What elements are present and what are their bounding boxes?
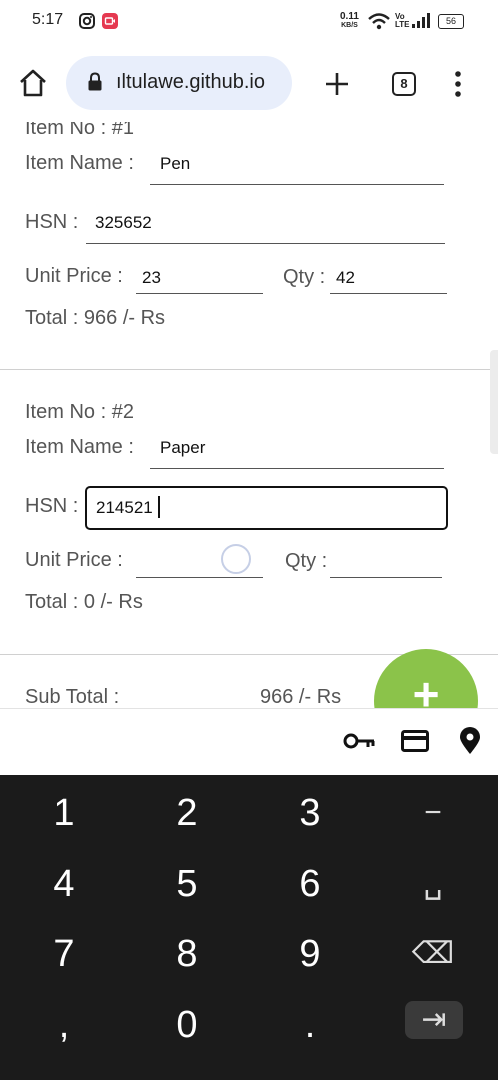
key-0[interactable]: 0 <box>147 995 227 1055</box>
key-space[interactable]: ␣ <box>393 854 473 914</box>
add-icon: + <box>412 668 440 708</box>
text-cursor <box>158 496 160 518</box>
qty-label: Qty : <box>285 550 328 572</box>
status-bar: 5:17 0.11 KB/S Vo LTE 56 <box>0 0 498 44</box>
item-name-field[interactable] <box>150 184 444 185</box>
key-next-tab[interactable]: ⇥ <box>405 1001 463 1039</box>
qty-field[interactable] <box>330 577 442 578</box>
url-text: ıltulawe.github.io <box>116 71 265 93</box>
hsn-value: 214521 <box>96 498 153 517</box>
net-speed: 0.11 KB/S <box>340 11 359 30</box>
qty-field[interactable] <box>330 293 447 294</box>
hsn-value: 325652 <box>95 213 152 232</box>
lock-icon <box>88 72 102 91</box>
unit-price-field[interactable] <box>136 577 263 578</box>
page-content: Item No : #1 Item Name : Pen HSN : 32565… <box>0 122 498 708</box>
battery-icon: 56 <box>438 14 464 29</box>
browser-toolbar: ıltulawe.github.io 8 <box>0 44 498 122</box>
unit-price-value: 23 <box>142 268 161 287</box>
new-tab-icon[interactable] <box>324 71 350 97</box>
volte-indicator: Vo LTE <box>395 12 410 29</box>
home-icon[interactable] <box>18 68 48 98</box>
item-number: Item No : #2 <box>25 401 134 423</box>
item-divider <box>0 369 498 370</box>
unit-price-label: Unit Price : <box>25 265 123 287</box>
tab-switcher-button[interactable]: 8 <box>392 72 416 96</box>
add-item-button[interactable]: + <box>374 649 478 708</box>
hsn-label: HSN : <box>25 495 79 517</box>
key-3[interactable]: 3 <box>270 783 350 843</box>
qty-label: Qty : <box>283 266 326 288</box>
item-total: Total : 966 /- Rs <box>25 307 166 329</box>
signal-icon <box>412 13 430 28</box>
key-7[interactable]: 7 <box>24 924 104 984</box>
credit-card-icon[interactable] <box>401 730 429 752</box>
hsn-label: HSN : <box>25 211 79 233</box>
item-number: Item No : #1 <box>25 122 134 139</box>
item-name-value: Paper <box>160 438 206 457</box>
hsn-field-focused[interactable]: 214521 <box>85 486 448 530</box>
key-minus[interactable]: − <box>393 783 473 843</box>
key-4[interactable]: 4 <box>24 854 104 914</box>
wifi-icon <box>368 13 390 30</box>
unit-price-field[interactable] <box>136 293 263 294</box>
item-name-label: Item Name : <box>25 436 134 458</box>
item-name-label: Item Name : <box>25 152 134 174</box>
numeric-keyboard: 1 2 3 − 4 5 6 ␣ 7 8 9 ⌫ , 0 . ⇥ <box>0 775 498 1080</box>
instagram-icon <box>79 13 95 29</box>
keyboard-autofill-bar <box>0 708 498 776</box>
more-menu-icon[interactable] <box>452 70 464 98</box>
item-total: Total : 0 /- Rs <box>25 591 143 613</box>
key-8[interactable]: 8 <box>147 924 227 984</box>
touch-ripple <box>221 544 251 574</box>
status-time: 5:17 <box>32 11 64 28</box>
key-comma[interactable]: , <box>24 995 104 1055</box>
subtotal-label: Sub Total : <box>25 686 120 708</box>
address-bar[interactable]: ıltulawe.github.io <box>66 56 292 110</box>
key-period[interactable]: . <box>270 995 350 1055</box>
hsn-field[interactable] <box>86 243 445 244</box>
scroll-indicator <box>490 350 498 454</box>
key-5[interactable]: 5 <box>147 854 227 914</box>
key-backspace[interactable]: ⌫ <box>393 924 473 984</box>
key-6[interactable]: 6 <box>270 854 350 914</box>
key-icon[interactable] <box>343 732 375 750</box>
key-1[interactable]: 1 <box>24 783 104 843</box>
subtotal-value: 966 /- Rs <box>260 686 342 708</box>
key-9[interactable]: 9 <box>270 924 350 984</box>
unit-price-label: Unit Price : <box>25 549 123 571</box>
item-name-value: Pen <box>160 154 191 173</box>
screen-recorder-icon <box>102 13 118 29</box>
key-2[interactable]: 2 <box>147 783 227 843</box>
location-pin-icon[interactable] <box>459 727 481 755</box>
qty-value: 42 <box>336 268 355 287</box>
item-name-field[interactable] <box>150 468 444 469</box>
